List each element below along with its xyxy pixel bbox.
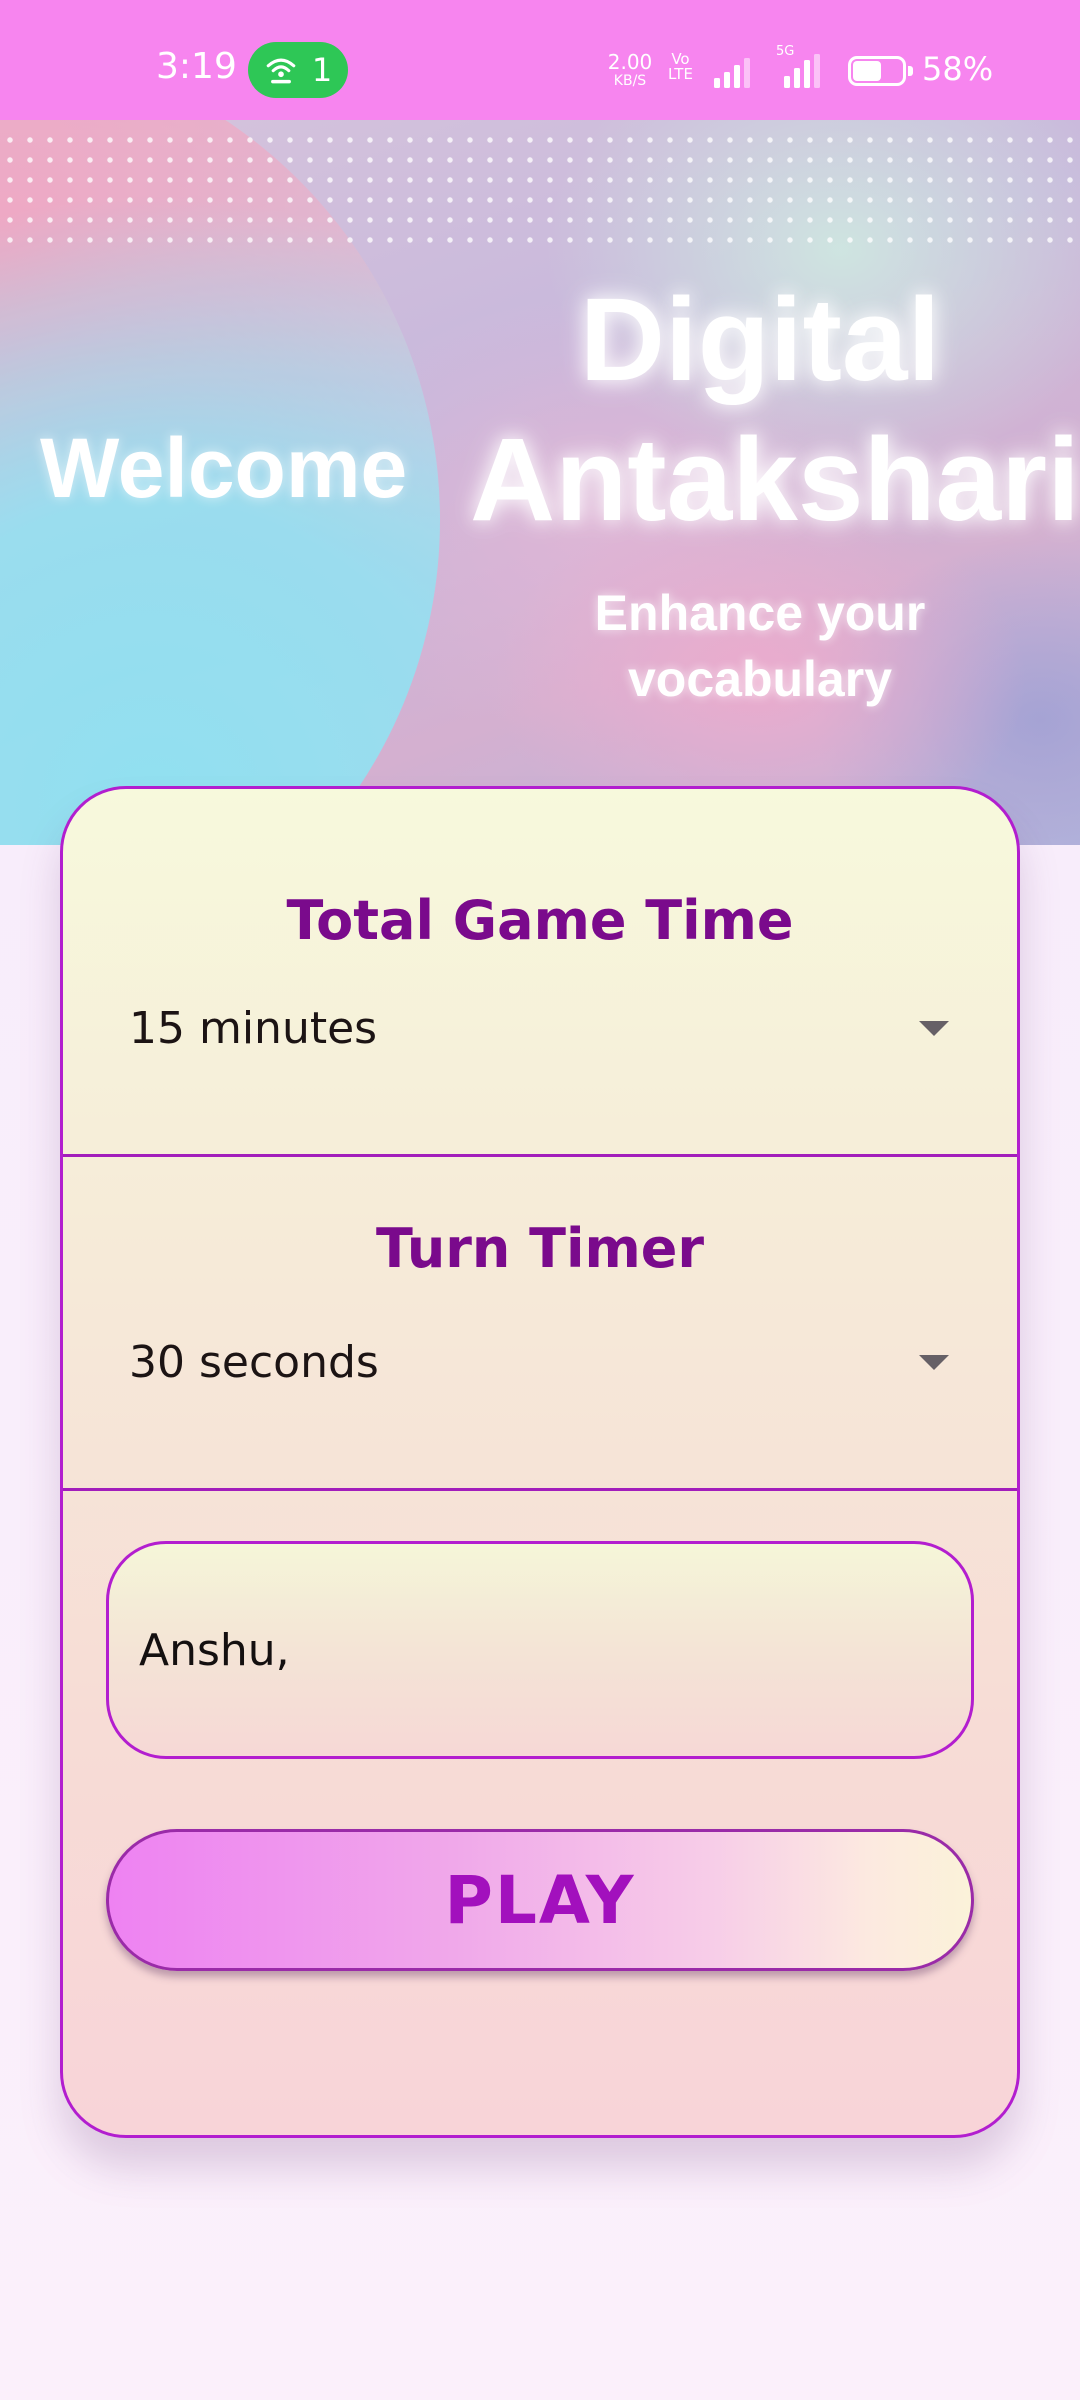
app-title-line2: Antakshari bbox=[470, 414, 1080, 546]
volte-bottom: LTE bbox=[668, 65, 693, 83]
turn-timer-value: 30 seconds bbox=[129, 1336, 379, 1388]
volte-indicator: Vo LTE bbox=[668, 52, 693, 82]
network-speed-value: 2.00 bbox=[607, 50, 653, 74]
app-title-line1: Digital bbox=[579, 274, 941, 406]
play-button[interactable]: PLAY bbox=[106, 1829, 974, 1971]
turn-timer-label: Turn Timer bbox=[375, 1217, 705, 1280]
status-time: 3:19 bbox=[156, 46, 237, 87]
signal-5g-icon: 5G bbox=[772, 44, 832, 95]
network-speed: 2.00 KB/S bbox=[600, 52, 660, 88]
game-time-label: Total Game Time bbox=[286, 889, 794, 952]
turn-timer-section: Turn Timer 30 seconds bbox=[63, 1157, 1017, 1491]
game-time-value: 15 minutes bbox=[129, 1002, 378, 1054]
welcome-text: Welcome bbox=[40, 421, 408, 515]
player-names-input[interactable] bbox=[106, 1541, 974, 1759]
hero-banner: Welcome Digital Antakshari Enhance your … bbox=[0, 120, 1080, 845]
app-subtitle-line2: vocabulary bbox=[627, 651, 892, 707]
app-subtitle-line1: Enhance your bbox=[594, 585, 926, 641]
battery-fill bbox=[853, 61, 881, 81]
settings-card: Total Game Time 15 minutes Turn Timer 30… bbox=[60, 786, 1020, 2138]
hotspot-icon bbox=[266, 58, 296, 84]
battery-percent: 58% bbox=[922, 50, 994, 88]
battery-icon bbox=[848, 56, 914, 88]
hotspot-count: 1 bbox=[311, 51, 333, 89]
turn-timer-dropdown[interactable]: 30 seconds bbox=[129, 1327, 955, 1397]
game-time-dropdown[interactable]: 15 minutes bbox=[129, 993, 955, 1063]
hotspot-indicator[interactable]: 1 bbox=[248, 42, 348, 98]
dropdown-arrow-icon bbox=[919, 1354, 949, 1370]
network-type-label: 5G bbox=[776, 44, 795, 59]
app-title: Digital Antakshari bbox=[470, 270, 1080, 550]
dropdown-arrow-icon bbox=[919, 1020, 949, 1036]
app-subtitle: Enhance your vocabulary bbox=[560, 580, 960, 712]
hero-dot-pattern bbox=[0, 130, 1080, 250]
network-speed-unit: KB/S bbox=[613, 73, 647, 89]
signal-strength-icon bbox=[714, 58, 750, 88]
status-bar: 3:19 1 2.00 KB/S Vo LTE 5G 58% bbox=[0, 0, 1080, 120]
game-time-section: Total Game Time 15 minutes bbox=[63, 789, 1017, 1157]
